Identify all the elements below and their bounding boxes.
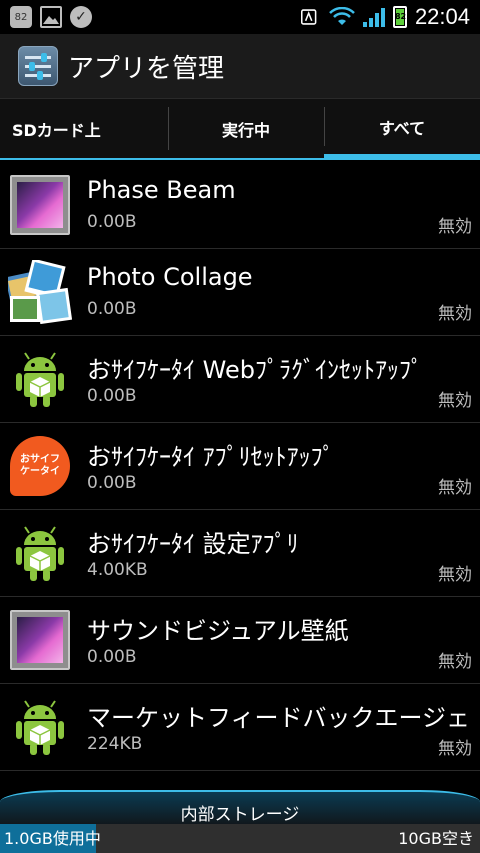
storage-label: 内部ストレージ xyxy=(180,805,300,825)
battery-level: 82 xyxy=(394,12,407,21)
list-item[interactable]: マーケットフィードバックエージェ 224KB 無効 xyxy=(0,684,480,771)
list-item[interactable]: おｻｲﾌｹｰﾀｲ Webﾌﾟﾗｸﾞｲﾝｾｯﾄｱｯﾌﾟ 0.00B 無効 xyxy=(0,336,480,423)
tab-sd-card[interactable]: SDカード上 xyxy=(0,99,168,160)
app-name: Photo Collage xyxy=(87,263,253,291)
app-list[interactable]: Phase Beam 0.00B 無効 Photo Collage 0.00B … xyxy=(0,162,480,802)
app-state: 無効 xyxy=(438,565,472,585)
app-name: おｻｲﾌｹｰﾀｲ Webﾌﾟﾗｸﾞｲﾝｾｯﾄｱｯﾌﾟ xyxy=(87,356,423,384)
app-size: 224KB xyxy=(87,734,143,754)
app-size: 0.00B xyxy=(87,647,137,667)
system-icons: 82 22:04 xyxy=(300,4,470,30)
android-robot-icon xyxy=(16,352,64,407)
app-size: 4.00KB xyxy=(87,560,148,580)
status-bar: 82 ✓ 82 22:04 xyxy=(0,0,480,34)
osaifu-icon-text-1: おサイフ xyxy=(20,454,60,465)
photo-collage-icon xyxy=(8,260,72,324)
storage-used-text: 1.0GB使用中 xyxy=(4,829,101,848)
notification-icons: 82 ✓ xyxy=(10,6,92,28)
page-title: アプリを管理 xyxy=(68,53,225,84)
app-state: 無効 xyxy=(438,652,472,672)
notification-badge-icon: 82 xyxy=(10,6,32,28)
app-size: 0.00B xyxy=(87,386,137,406)
tab-all[interactable]: すべて xyxy=(324,99,480,160)
app-state: 無効 xyxy=(438,304,472,324)
action-bar: アプリを管理 xyxy=(0,34,480,98)
wifi-icon xyxy=(329,7,355,25)
check-icon: ✓ xyxy=(70,6,92,28)
clock: 22:04 xyxy=(414,4,470,29)
signal-icon xyxy=(362,7,385,27)
app-size: 0.00B xyxy=(87,473,137,493)
list-item[interactable]: Phase Beam 0.00B 無効 xyxy=(0,162,480,249)
android-robot-icon xyxy=(16,526,64,581)
app-state: 無効 xyxy=(438,739,472,759)
app-name: マーケットフィードバックエージェ xyxy=(87,704,471,732)
android-robot-icon xyxy=(16,700,64,755)
storage-panel: 内部ストレージ 1.0GB使用中 10GB空き xyxy=(0,790,480,853)
wallpaper-frame-icon xyxy=(10,175,70,235)
list-item[interactable]: おサイフ ケータイ おｻｲﾌｹｰﾀｲ ｱﾌﾟﾘｾｯﾄｱｯﾌﾟ 0.00B 無効 xyxy=(0,423,480,510)
app-name: おｻｲﾌｹｰﾀｲ 設定ｱﾌﾟﾘ xyxy=(87,530,299,558)
tab-running[interactable]: 実行中 xyxy=(168,99,324,160)
app-size: 0.00B xyxy=(87,299,137,319)
app-name: サウンドビジュアル壁紙 xyxy=(87,617,349,645)
list-item[interactable]: サウンドビジュアル壁紙 0.00B 無効 xyxy=(0,597,480,684)
storage-usage-bar: 1.0GB使用中 10GB空き xyxy=(0,824,480,853)
app-size: 0.00B xyxy=(87,212,137,232)
app-name: おｻｲﾌｹｰﾀｲ ｱﾌﾟﾘｾｯﾄｱｯﾌﾟ xyxy=(87,443,335,471)
storage-free-text: 10GB空き xyxy=(398,829,474,848)
wallpaper-frame-icon xyxy=(10,610,70,670)
app-name: Phase Beam xyxy=(87,176,236,204)
osaifu-icon-text-2: ケータイ xyxy=(20,466,60,477)
settings-sliders-icon[interactable] xyxy=(18,46,58,86)
image-icon xyxy=(40,6,62,28)
battery-icon: 82 xyxy=(392,6,407,28)
tab-bar: SDカード上 実行中 すべて xyxy=(0,98,480,160)
app-state: 無効 xyxy=(438,391,472,411)
nfc-icon xyxy=(300,9,317,25)
app-state: 無効 xyxy=(438,478,472,498)
app-state: 無効 xyxy=(438,217,472,237)
osaifu-keitai-icon: おサイフ ケータイ xyxy=(10,436,70,496)
list-item[interactable]: おｻｲﾌｹｰﾀｲ 設定ｱﾌﾟﾘ 4.00KB 無効 xyxy=(0,510,480,597)
list-item[interactable]: Photo Collage 0.00B 無効 xyxy=(0,249,480,336)
